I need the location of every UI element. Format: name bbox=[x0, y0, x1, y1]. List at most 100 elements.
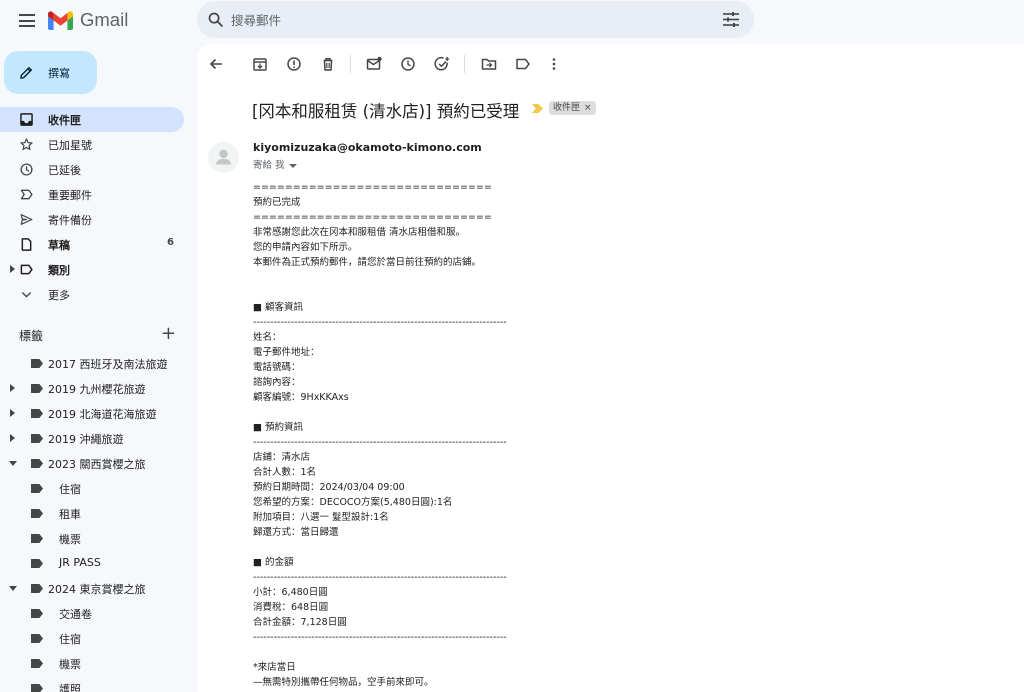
label-name: 租車 bbox=[59, 508, 81, 521]
star-icon bbox=[20, 138, 33, 151]
add-label-button[interactable]: + bbox=[161, 323, 176, 344]
back-button[interactable] bbox=[208, 56, 224, 72]
labels-list: 2017 西班牙及南法旅遊 2019 九州櫻花旅遊 2019 北海道花海旅遊 2… bbox=[0, 351, 196, 692]
sidebar-item-label: 收件匣 bbox=[48, 114, 81, 127]
message-toolbar bbox=[197, 44, 1024, 84]
email-body-line: ■ 顧客資訊 bbox=[253, 302, 303, 313]
top-bar: Gmail bbox=[0, 0, 1024, 44]
gmail-logo[interactable]: Gmail bbox=[48, 9, 128, 31]
search-options-icon[interactable] bbox=[723, 12, 739, 27]
expand-caret-icon[interactable] bbox=[10, 409, 15, 417]
send-icon bbox=[20, 214, 33, 225]
compose-button[interactable]: 撰寫 bbox=[4, 51, 97, 94]
email-body-line: ============================== bbox=[253, 212, 492, 223]
sidebar-item-starred[interactable]: 已加星號 bbox=[0, 132, 196, 157]
sidebar-item-label: 類別 bbox=[48, 264, 70, 277]
email-body-line: 電子郵件地址： bbox=[253, 347, 320, 358]
label-icon bbox=[31, 684, 43, 692]
search-input[interactable] bbox=[231, 9, 701, 31]
label-icon bbox=[31, 384, 43, 393]
labels-button[interactable] bbox=[515, 56, 531, 72]
email-body-line: ■ 預約資訊 bbox=[253, 422, 303, 433]
label-name: 交通卷 bbox=[59, 608, 92, 621]
mark-unread-button[interactable] bbox=[366, 56, 382, 72]
sidebar-item-categories[interactable]: 類別 bbox=[0, 257, 196, 282]
add-to-tasks-button[interactable] bbox=[434, 56, 450, 72]
inbox-label-chip[interactable]: 收件匣 × bbox=[549, 101, 596, 115]
more-options-button[interactable] bbox=[546, 56, 562, 72]
email-body: ============================== 預約已完成 =====… bbox=[253, 180, 653, 690]
expand-caret-icon[interactable] bbox=[10, 384, 15, 392]
label-item[interactable]: 2017 西班牙及南法旅遊 bbox=[0, 351, 196, 376]
importance-marker-icon[interactable] bbox=[532, 104, 543, 113]
expand-caret-icon[interactable] bbox=[10, 434, 15, 442]
email-body-line: 附加項目：八選一 髮型設計:1名 bbox=[253, 512, 389, 523]
sidebar-item-sent[interactable]: 寄件備份 bbox=[0, 207, 196, 232]
label-item[interactable]: 2019 北海道花海旅遊 bbox=[0, 401, 196, 426]
move-to-button[interactable] bbox=[481, 56, 497, 72]
search-icon[interactable] bbox=[207, 11, 224, 28]
label-item[interactable]: 機票 bbox=[0, 526, 196, 551]
draft-icon bbox=[21, 238, 32, 251]
collapse-caret-icon[interactable] bbox=[9, 461, 17, 466]
sidebar-item-label: 重要郵件 bbox=[48, 189, 92, 202]
label-item[interactable]: 2024 東京賞櫻之旅 bbox=[0, 576, 196, 601]
chevron-down-icon bbox=[21, 291, 32, 298]
collapse-caret-icon[interactable] bbox=[9, 586, 17, 591]
label-icon bbox=[31, 584, 43, 593]
label-item[interactable]: 住宿 bbox=[0, 476, 196, 501]
label-item[interactable]: 2023 關西賞櫻之旅 bbox=[0, 451, 196, 476]
label-item[interactable]: 住宿 bbox=[0, 626, 196, 651]
label-icon bbox=[31, 484, 43, 493]
label-item[interactable]: JR PASS bbox=[0, 551, 196, 576]
label-item[interactable]: 護照 bbox=[0, 676, 196, 692]
label-icon bbox=[516, 58, 530, 70]
label-name: 2019 北海道花海旅遊 bbox=[48, 408, 157, 421]
email-body-line: 電話號碼： bbox=[253, 362, 301, 373]
sender-email[interactable]: kiyomizuzaka@okamoto-kimono.com bbox=[253, 141, 482, 154]
report-spam-button[interactable] bbox=[286, 56, 302, 72]
label-item[interactable]: 機票 bbox=[0, 651, 196, 676]
delete-button[interactable] bbox=[320, 56, 336, 72]
label-item[interactable]: 2019 沖繩旅遊 bbox=[0, 426, 196, 451]
inbox-label-chip-text: 收件匣 bbox=[553, 103, 581, 113]
clock-icon bbox=[401, 57, 415, 71]
important-icon bbox=[20, 189, 33, 200]
main-menu-icon[interactable] bbox=[19, 14, 35, 27]
email-body-line: 店鋪：清水店 bbox=[253, 452, 311, 463]
drafts-count: 6 bbox=[167, 237, 174, 248]
sidebar-item-label: 寄件備份 bbox=[48, 214, 92, 227]
email-body-line: —無需特別攜帶任何物品，空手前來即可。 bbox=[253, 677, 434, 688]
sidebar-item-drafts[interactable]: 草稿 6 bbox=[0, 232, 196, 257]
label-item[interactable]: 交通卷 bbox=[0, 601, 196, 626]
label-item[interactable]: 租車 bbox=[0, 501, 196, 526]
dropdown-arrow-icon bbox=[288, 163, 297, 168]
label-icon bbox=[31, 409, 43, 418]
expand-caret-icon[interactable] bbox=[10, 265, 15, 273]
email-body-line: 預約已完成 bbox=[253, 197, 301, 208]
recipient-details-button[interactable]: 寄給 我 bbox=[253, 157, 297, 171]
label-name: 機票 bbox=[59, 533, 81, 546]
sidebar-item-snoozed[interactable]: 已延後 bbox=[0, 157, 196, 182]
remove-label-button[interactable]: × bbox=[584, 103, 592, 113]
sidebar-item-inbox[interactable]: 收件匣 bbox=[0, 107, 184, 132]
search-bar bbox=[197, 1, 754, 38]
toolbar-divider bbox=[464, 55, 465, 73]
email-body-line: ■ 的金額 bbox=[253, 557, 294, 568]
snooze-button[interactable] bbox=[400, 56, 416, 72]
label-name: 2024 東京賞櫻之旅 bbox=[48, 583, 146, 596]
trash-icon bbox=[323, 58, 333, 71]
sidebar-item-more[interactable]: 更多 bbox=[0, 282, 196, 307]
sidebar-item-important[interactable]: 重要郵件 bbox=[0, 182, 196, 207]
recipient-text: 寄給 我 bbox=[253, 160, 285, 171]
gmail-m-icon bbox=[48, 11, 73, 30]
label-item[interactable]: 2019 九州櫻花旅遊 bbox=[0, 376, 196, 401]
message-view: [冈本和服租赁 (清水店)] 預約已受理 收件匣 × kiyomizuzaka@o… bbox=[197, 44, 1024, 692]
avatar[interactable] bbox=[208, 142, 239, 173]
email-body-line: 小計：6,480日圓 bbox=[253, 587, 328, 598]
archive-button[interactable] bbox=[252, 56, 268, 72]
